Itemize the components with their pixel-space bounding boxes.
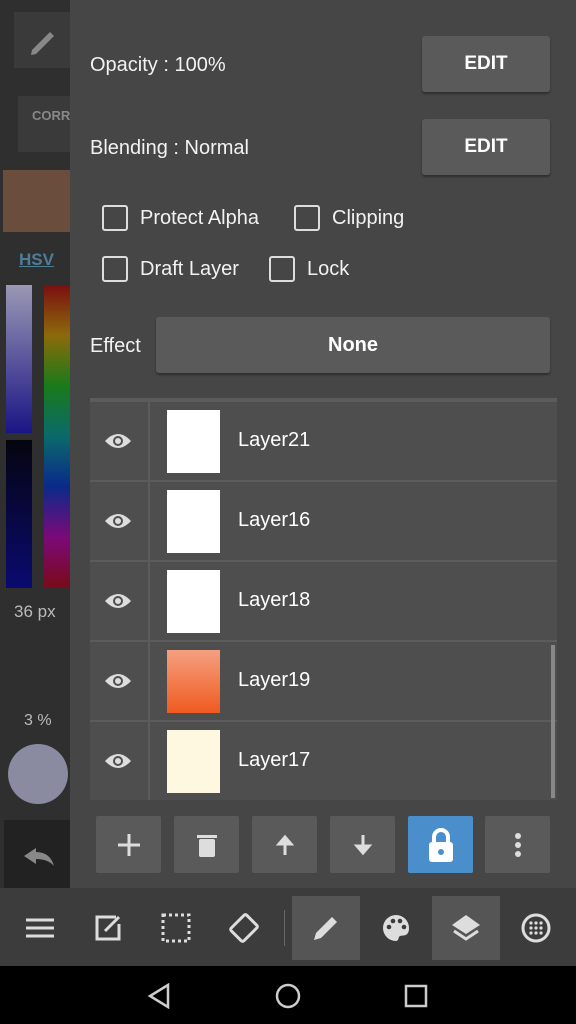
menu-button[interactable] — [6, 896, 74, 960]
brush-size: 36 px — [14, 602, 56, 621]
lock-layer-button[interactable] — [408, 816, 473, 873]
eye-icon[interactable] — [104, 590, 132, 612]
undo-button[interactable] — [4, 820, 70, 888]
more-options-button[interactable] — [485, 816, 550, 873]
blending-label: Blending : Normal — [90, 137, 249, 159]
trash-icon — [196, 834, 217, 857]
checkbox-box[interactable] — [269, 256, 295, 282]
left-tool-strip: CORR HSV 36 px 3 % — [0, 0, 70, 888]
hue-slider[interactable] — [44, 285, 70, 587]
grid-icon — [521, 913, 551, 943]
opacity-edit-button[interactable]: EDIT — [422, 36, 550, 92]
draft-layer-checkbox[interactable]: Draft Layer — [102, 256, 239, 282]
arrow-down-icon — [353, 834, 372, 855]
saturation-slider[interactable] — [6, 285, 32, 433]
edit-button[interactable] — [74, 896, 142, 960]
hsv-tab[interactable]: HSV — [19, 250, 54, 270]
pencil-icon — [31, 32, 54, 55]
value-slider[interactable] — [6, 440, 32, 588]
correction-button[interactable]: CORR — [18, 96, 70, 152]
layer-row[interactable]: Layer17 — [90, 722, 557, 800]
palette-icon — [383, 915, 409, 941]
eye-icon[interactable] — [104, 750, 132, 772]
layer-name: Layer16 — [238, 509, 311, 531]
checkbox-box[interactable] — [294, 205, 320, 231]
layer-name: Layer19 — [238, 669, 311, 691]
rotate-icon — [229, 913, 259, 943]
checkbox-label: Protect Alpha — [140, 206, 259, 229]
current-color[interactable] — [8, 744, 68, 804]
layers-button[interactable] — [432, 896, 500, 960]
pen-tool-button[interactable] — [14, 12, 70, 68]
undo-icon — [24, 848, 54, 866]
pen-button[interactable] — [292, 896, 360, 960]
arrow-up-icon — [275, 834, 294, 855]
checkbox-label: Lock — [307, 257, 350, 280]
lock-checkbox[interactable]: Lock — [269, 256, 349, 282]
opacity-label: Opacity : 100% — [90, 54, 226, 76]
pen-icon — [314, 917, 337, 940]
selection-icon — [161, 913, 191, 943]
selection-button[interactable] — [142, 896, 210, 960]
column-divider — [148, 642, 150, 720]
edit-icon — [95, 915, 121, 941]
effect-select[interactable]: None — [156, 317, 550, 373]
brush-opacity: 3 % — [24, 712, 52, 729]
layer-thumbnail — [167, 650, 220, 713]
layer-list-scrollbar[interactable] — [551, 645, 555, 798]
blending-edit-button[interactable]: EDIT — [422, 119, 550, 175]
clipping-checkbox[interactable]: Clipping — [294, 205, 404, 231]
eye-icon[interactable] — [104, 430, 132, 452]
layer-row[interactable]: Layer16 — [90, 482, 557, 560]
recents-icon[interactable] — [402, 982, 430, 1010]
move-layer-up-button[interactable] — [252, 816, 317, 873]
eye-icon[interactable] — [104, 510, 132, 532]
add-layer-button[interactable] — [96, 816, 161, 873]
grid-button[interactable] — [502, 896, 570, 960]
layer-thumbnail — [167, 730, 220, 793]
layer-name: Layer21 — [238, 429, 311, 451]
eye-icon[interactable] — [104, 670, 132, 692]
delete-layer-button[interactable] — [174, 816, 239, 873]
effect-label: Effect — [90, 335, 141, 357]
layers-icon — [452, 915, 480, 941]
layer-thumbnail — [167, 570, 220, 633]
checkbox-label: Draft Layer — [140, 257, 239, 280]
canvas-preview — [3, 170, 70, 232]
more-icon — [514, 832, 521, 857]
checkbox-box[interactable] — [102, 205, 128, 231]
column-divider — [148, 482, 150, 560]
column-divider — [148, 402, 150, 480]
layer-row[interactable]: Layer21 — [90, 402, 557, 480]
menu-icon — [26, 918, 54, 938]
palette-button[interactable] — [362, 896, 430, 960]
checkbox-box[interactable] — [102, 256, 128, 282]
rotate-button[interactable] — [210, 896, 278, 960]
column-divider — [148, 722, 150, 800]
column-divider — [148, 562, 150, 640]
layer-row[interactable]: Layer19 — [90, 642, 557, 720]
protect-alpha-checkbox[interactable]: Protect Alpha — [102, 205, 259, 231]
back-icon[interactable] — [146, 982, 174, 1010]
toolbar-divider — [284, 910, 285, 946]
layer-thumbnail — [167, 490, 220, 553]
move-layer-down-button[interactable] — [330, 816, 395, 873]
layer-name: Layer18 — [238, 589, 311, 611]
checkbox-label: Clipping — [332, 206, 405, 229]
add-icon — [117, 833, 140, 856]
home-icon[interactable] — [274, 982, 302, 1010]
layer-thumbnail — [167, 410, 220, 473]
layer-name: Layer17 — [238, 749, 311, 771]
layer-row[interactable]: Layer18 — [90, 562, 557, 640]
android-nav-bar — [0, 966, 576, 1024]
lock-icon — [428, 827, 453, 862]
